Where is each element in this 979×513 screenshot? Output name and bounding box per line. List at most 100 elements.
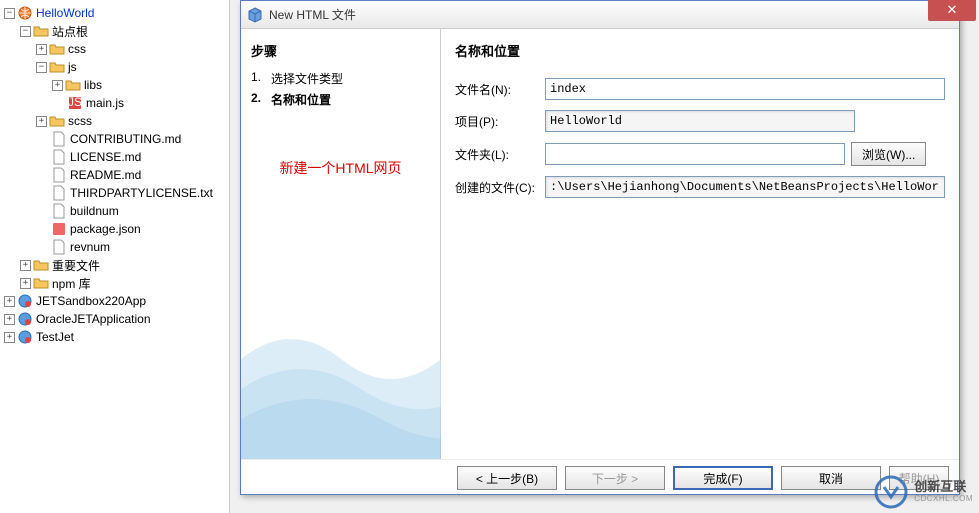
expand-icon[interactable]: + — [4, 314, 15, 325]
tree-node[interactable]: LICENSE.md — [0, 148, 229, 166]
step-item-current: 2.名称和位置 — [251, 91, 430, 108]
back-button[interactable]: < 上一步(B) — [457, 466, 557, 490]
watermark-url: CDCXHL.COM — [914, 495, 973, 504]
tree-node[interactable]: JS main.js — [0, 94, 229, 112]
watermark-logo-icon — [874, 475, 908, 509]
node-label: LICENSE.md — [70, 150, 141, 164]
folder-icon — [49, 59, 65, 75]
tree-node[interactable]: + css — [0, 40, 229, 58]
filename-label: 文件名(N): — [455, 81, 545, 98]
globe-icon — [17, 311, 33, 327]
expand-icon[interactable]: + — [20, 278, 31, 289]
node-label: revnum — [70, 240, 110, 254]
globe-icon — [17, 5, 33, 21]
watermark: 创新互联 CDCXHL.COM — [874, 475, 973, 509]
globe-icon — [17, 329, 33, 345]
node-label: css — [68, 42, 86, 56]
file-icon — [51, 239, 67, 255]
browse-button[interactable]: 浏览(W)... — [851, 142, 926, 166]
expand-icon[interactable]: + — [4, 332, 15, 343]
new-html-dialog: New HTML 文件 ✕ 步骤 1.选择文件类型 2.名称和位置 新建一个HT… — [240, 0, 960, 495]
tree-node[interactable]: + JETSandbox220App — [0, 292, 229, 310]
filename-row: 文件名(N): — [455, 78, 945, 100]
tree-node[interactable]: revnum — [0, 238, 229, 256]
created-row: 创建的文件(C): — [455, 176, 945, 198]
node-label: 站点根 — [52, 23, 88, 40]
tree-node[interactable]: − 站点根 — [0, 22, 229, 40]
expand-icon[interactable]: + — [4, 296, 15, 307]
tree-node[interactable]: − js — [0, 58, 229, 76]
tree-node[interactable]: THIRDPARTYLICENSE.txt — [0, 184, 229, 202]
created-label: 创建的文件(C): — [455, 179, 545, 196]
node-label: package.json — [70, 222, 141, 236]
project-input — [545, 110, 855, 132]
dialog-titlebar[interactable]: New HTML 文件 — [241, 1, 959, 29]
folder-icon — [49, 113, 65, 129]
expand-icon[interactable]: + — [36, 116, 47, 127]
collapse-icon[interactable]: − — [4, 8, 15, 19]
node-label: OracleJETApplication — [36, 312, 151, 326]
filename-input[interactable] — [545, 78, 945, 100]
node-label: buildnum — [70, 204, 119, 218]
node-label: npm 库 — [52, 275, 91, 292]
collapse-icon[interactable]: − — [20, 26, 31, 37]
form-heading: 名称和位置 — [455, 41, 945, 60]
folder-label: 文件夹(L): — [455, 146, 545, 163]
dialog-title: New HTML 文件 — [269, 6, 953, 23]
tree-node[interactable]: + libs — [0, 76, 229, 94]
expand-icon[interactable]: + — [52, 80, 63, 91]
node-label: main.js — [86, 96, 124, 110]
node-label: js — [68, 60, 77, 74]
node-label: CONTRIBUTING.md — [70, 132, 181, 146]
cancel-button[interactable]: 取消 — [781, 466, 881, 490]
steps-panel: 步骤 1.选择文件类型 2.名称和位置 新建一个HTML网页 — [241, 29, 441, 459]
created-input — [545, 176, 945, 198]
tree-node-root[interactable]: − HelloWorld — [0, 4, 229, 22]
steps-heading: 步骤 — [251, 41, 430, 60]
folder-icon — [33, 23, 49, 39]
file-icon — [51, 185, 67, 201]
expand-icon[interactable]: + — [20, 260, 31, 271]
tree-node[interactable]: CONTRIBUTING.md — [0, 130, 229, 148]
tree-node[interactable]: README.md — [0, 166, 229, 184]
tree-node[interactable]: + scss — [0, 112, 229, 130]
node-label: HelloWorld — [36, 6, 94, 20]
project-label: 项目(P): — [455, 113, 545, 130]
close-button[interactable]: ✕ — [928, 0, 976, 21]
finish-button[interactable]: 完成(F) — [673, 466, 773, 490]
collapse-icon[interactable]: − — [36, 62, 47, 73]
annotation-text: 新建一个HTML网页 — [251, 158, 430, 178]
node-label: scss — [68, 114, 92, 128]
tree-node[interactable]: buildnum — [0, 202, 229, 220]
tree-node[interactable]: + TestJet — [0, 328, 229, 346]
next-button: 下一步 > — [565, 466, 665, 490]
tree-node[interactable]: + OracleJETApplication — [0, 310, 229, 328]
folder-row: 文件夹(L): 浏览(W)... — [455, 142, 945, 166]
node-label: THIRDPARTYLICENSE.txt — [70, 186, 213, 200]
node-label: JETSandbox220App — [36, 294, 146, 308]
globe-icon — [17, 293, 33, 309]
node-label: 重要文件 — [52, 257, 100, 274]
node-label: README.md — [70, 168, 141, 182]
decorative-wave — [241, 299, 441, 459]
form-panel: 名称和位置 文件名(N): 项目(P): 文件夹(L): 浏览(W)... 创建… — [441, 29, 959, 459]
file-icon — [51, 131, 67, 147]
svg-text:JS: JS — [68, 95, 82, 109]
folder-icon — [49, 41, 65, 57]
folder-input[interactable] — [545, 143, 845, 165]
project-row: 项目(P): — [455, 110, 945, 132]
tree-node[interactable]: + 重要文件 — [0, 256, 229, 274]
cube-icon — [247, 7, 263, 23]
file-icon — [51, 149, 67, 165]
folder-icon — [33, 275, 49, 291]
step-item: 1.选择文件类型 — [251, 70, 430, 87]
tree-node[interactable]: package.json — [0, 220, 229, 238]
expand-icon[interactable]: + — [36, 44, 47, 55]
project-tree: − HelloWorld − 站点根 + css − js + libs JS … — [0, 0, 230, 513]
node-label: TestJet — [36, 330, 74, 344]
dialog-footer: < 上一步(B) 下一步 > 完成(F) 取消 帮助(H) — [241, 459, 959, 496]
file-icon — [51, 167, 67, 183]
node-label: libs — [84, 78, 102, 92]
tree-node[interactable]: + npm 库 — [0, 274, 229, 292]
watermark-text: 创新互联 — [914, 480, 973, 494]
